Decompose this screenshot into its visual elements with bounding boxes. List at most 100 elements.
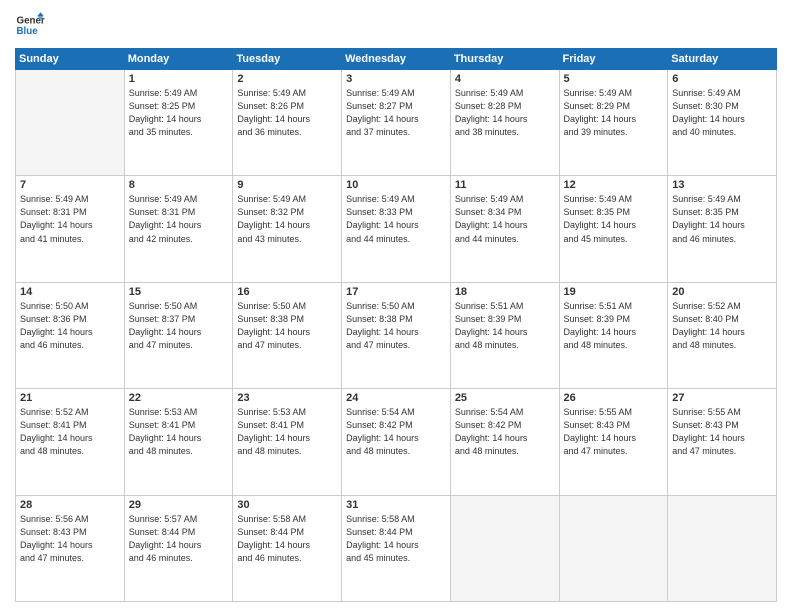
svg-text:Blue: Blue — [17, 26, 39, 37]
day-number: 30 — [237, 499, 337, 511]
empty-day-cell — [450, 495, 559, 601]
day-number: 17 — [346, 286, 446, 298]
day-cell: 29 Sunrise: 5:57 AMSunset: 8:44 PMDayligh… — [124, 495, 233, 601]
day-info: Sunrise: 5:51 AMSunset: 8:39 PMDaylight:… — [564, 300, 664, 352]
day-number: 18 — [455, 286, 555, 298]
day-number: 8 — [129, 179, 229, 191]
day-info: Sunrise: 5:52 AMSunset: 8:40 PMDaylight:… — [672, 300, 772, 352]
day-number: 3 — [346, 73, 446, 85]
day-cell: 4Sunrise: 5:49 AMSunset: 8:28 PMDaylight… — [450, 70, 559, 176]
day-info: Sunrise: 5:49 AMSunset: 8:34 PMDaylight:… — [455, 193, 555, 245]
day-number: 16 — [237, 286, 337, 298]
day-info: Sunrise: 5:52 AMSunset: 8:41 PMDaylight:… — [20, 406, 120, 458]
empty-day-cell — [668, 495, 777, 601]
week-row: 1 Sunrise: 5:49 AMSunset: 8:25 PMDaylight… — [16, 70, 777, 176]
day-info: Sunrise: 5:49 AMSunset: 8:29 PMDaylight:… — [564, 87, 664, 139]
day-info: Sunrise: 5:54 AMSunset: 8:42 PMDaylight:… — [455, 406, 555, 458]
day-number: 13 — [672, 179, 772, 191]
day-number: 7 — [20, 179, 120, 191]
day-info: Sunrise: 5:49 AMSunset: 8:27 PMDaylight:… — [346, 87, 446, 139]
day-number: 12 — [564, 179, 664, 191]
day-number: 11 — [455, 179, 555, 191]
day-info: Sunrise: 5:58 AMSunset: 8:44 PMDaylight:… — [346, 513, 446, 565]
empty-day-cell — [559, 495, 668, 601]
day-info: Sunrise: 5:57 AMSunset: 8:44 PMDaylight:… — [129, 513, 229, 565]
day-info: Sunrise: 5:55 AMSunset: 8:43 PMDaylight:… — [672, 406, 772, 458]
day-number: 22 — [129, 392, 229, 404]
day-cell: 24Sunrise: 5:54 AMSunset: 8:42 PMDayligh… — [342, 389, 451, 495]
day-cell: 10Sunrise: 5:49 AMSunset: 8:33 PMDayligh… — [342, 176, 451, 282]
day-info: Sunrise: 5:54 AMSunset: 8:42 PMDaylight:… — [346, 406, 446, 458]
day-cell: 14 Sunrise: 5:50 AMSunset: 8:36 PMDayligh… — [16, 282, 125, 388]
day-cell: 30 Sunrise: 5:58 AMSunset: 8:44 PMDayligh… — [233, 495, 342, 601]
day-info: Sunrise: 5:49 AMSunset: 8:30 PMDaylight:… — [672, 87, 772, 139]
day-cell: 25 Sunrise: 5:54 AMSunset: 8:42 PMDayligh… — [450, 389, 559, 495]
day-cell: 2 Sunrise: 5:49 AMSunset: 8:26 PMDaylight… — [233, 70, 342, 176]
day-info: Sunrise: 5:50 AMSunset: 8:36 PMDaylight:… — [20, 300, 120, 352]
calendar-table: SundayMondayTuesdayWednesdayThursdayFrid… — [15, 48, 777, 602]
day-info: Sunrise: 5:49 AMSunset: 8:35 PMDaylight:… — [672, 193, 772, 245]
day-info: Sunrise: 5:49 AMSunset: 8:26 PMDaylight:… — [237, 87, 337, 139]
day-cell: 23Sunrise: 5:53 AMSunset: 8:41 PMDayligh… — [233, 389, 342, 495]
week-row: 7 Sunrise: 5:49 AMSunset: 8:31 PMDaylight… — [16, 176, 777, 282]
calendar-header-row: SundayMondayTuesdayWednesdayThursdayFrid… — [16, 49, 777, 70]
day-cell: 16 Sunrise: 5:50 AMSunset: 8:38 PMDayligh… — [233, 282, 342, 388]
day-cell: 9 Sunrise: 5:49 AMSunset: 8:32 PMDaylight… — [233, 176, 342, 282]
day-number: 21 — [20, 392, 120, 404]
day-info: Sunrise: 5:50 AMSunset: 8:38 PMDaylight:… — [237, 300, 337, 352]
day-header-tuesday: Tuesday — [233, 49, 342, 70]
day-cell: 22 Sunrise: 5:53 AMSunset: 8:41 PMDayligh… — [124, 389, 233, 495]
day-info: Sunrise: 5:49 AMSunset: 8:35 PMDaylight:… — [564, 193, 664, 245]
empty-day-cell — [16, 70, 125, 176]
day-header-sunday: Sunday — [16, 49, 125, 70]
day-cell: 19 Sunrise: 5:51 AMSunset: 8:39 PMDayligh… — [559, 282, 668, 388]
day-cell: 21 Sunrise: 5:52 AMSunset: 8:41 PMDayligh… — [16, 389, 125, 495]
day-number: 14 — [20, 286, 120, 298]
day-info: Sunrise: 5:58 AMSunset: 8:44 PMDaylight:… — [237, 513, 337, 565]
day-cell: 5 Sunrise: 5:49 AMSunset: 8:29 PMDaylight… — [559, 70, 668, 176]
day-number: 4 — [455, 73, 555, 85]
day-info: Sunrise: 5:53 AMSunset: 8:41 PMDaylight:… — [129, 406, 229, 458]
day-cell: 18 Sunrise: 5:51 AMSunset: 8:39 PMDayligh… — [450, 282, 559, 388]
day-number: 15 — [129, 286, 229, 298]
day-info: Sunrise: 5:49 AMSunset: 8:31 PMDaylight:… — [20, 193, 120, 245]
day-cell: 15Sunrise: 5:50 AMSunset: 8:37 PMDayligh… — [124, 282, 233, 388]
day-number: 1 — [129, 73, 229, 85]
day-number: 2 — [237, 73, 337, 85]
day-cell: 13 Sunrise: 5:49 AMSunset: 8:35 PMDayligh… — [668, 176, 777, 282]
day-info: Sunrise: 5:49 AMSunset: 8:31 PMDaylight:… — [129, 193, 229, 245]
day-number: 31 — [346, 499, 446, 511]
day-cell: 27Sunrise: 5:55 AMSunset: 8:43 PMDayligh… — [668, 389, 777, 495]
page: General Blue SundayMondayTuesdayWednesda… — [0, 0, 792, 612]
week-row: 14 Sunrise: 5:50 AMSunset: 8:36 PMDayligh… — [16, 282, 777, 388]
day-number: 23 — [237, 392, 337, 404]
day-cell: 28Sunrise: 5:56 AMSunset: 8:43 PMDayligh… — [16, 495, 125, 601]
day-number: 25 — [455, 392, 555, 404]
day-cell: 31 Sunrise: 5:58 AMSunset: 8:44 PMDayligh… — [342, 495, 451, 601]
day-number: 5 — [564, 73, 664, 85]
day-header-saturday: Saturday — [668, 49, 777, 70]
day-info: Sunrise: 5:49 AMSunset: 8:32 PMDaylight:… — [237, 193, 337, 245]
day-info: Sunrise: 5:49 AMSunset: 8:25 PMDaylight:… — [129, 87, 229, 139]
logo-icon: General Blue — [15, 10, 45, 40]
day-header-friday: Friday — [559, 49, 668, 70]
day-info: Sunrise: 5:50 AMSunset: 8:38 PMDaylight:… — [346, 300, 446, 352]
day-header-monday: Monday — [124, 49, 233, 70]
week-row: 28Sunrise: 5:56 AMSunset: 8:43 PMDayligh… — [16, 495, 777, 601]
day-cell: 6 Sunrise: 5:49 AMSunset: 8:30 PMDaylight… — [668, 70, 777, 176]
day-number: 28 — [20, 499, 120, 511]
day-header-wednesday: Wednesday — [342, 49, 451, 70]
day-cell: 3 Sunrise: 5:49 AMSunset: 8:27 PMDaylight… — [342, 70, 451, 176]
day-number: 19 — [564, 286, 664, 298]
week-row: 21 Sunrise: 5:52 AMSunset: 8:41 PMDayligh… — [16, 389, 777, 495]
day-cell: 1 Sunrise: 5:49 AMSunset: 8:25 PMDaylight… — [124, 70, 233, 176]
day-number: 20 — [672, 286, 772, 298]
day-number: 29 — [129, 499, 229, 511]
day-cell: 17 Sunrise: 5:50 AMSunset: 8:38 PMDayligh… — [342, 282, 451, 388]
day-number: 6 — [672, 73, 772, 85]
day-info: Sunrise: 5:51 AMSunset: 8:39 PMDaylight:… — [455, 300, 555, 352]
day-number: 26 — [564, 392, 664, 404]
day-cell: 20 Sunrise: 5:52 AMSunset: 8:40 PMDayligh… — [668, 282, 777, 388]
day-number: 9 — [237, 179, 337, 191]
day-cell: 12 Sunrise: 5:49 AMSunset: 8:35 PMDayligh… — [559, 176, 668, 282]
